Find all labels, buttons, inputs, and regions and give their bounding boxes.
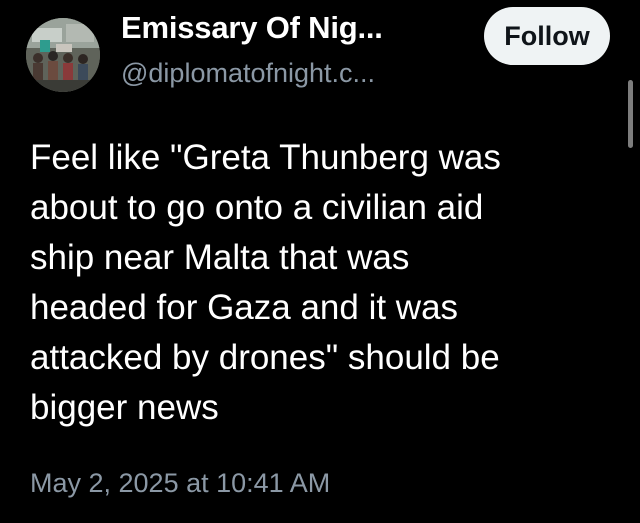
post-text-line: ship near Malta that was — [30, 238, 410, 277]
avatar[interactable] — [26, 18, 100, 92]
avatar-photo — [26, 18, 100, 92]
author-display-name[interactable]: Emissary Of Nig... — [121, 10, 383, 46]
post-text-line: headed for Gaza and it was — [30, 288, 459, 327]
post-timestamp[interactable]: May 2, 2025 at 10:41 AM — [30, 468, 330, 499]
post-text-line: Feel like "Greta Thunberg was — [30, 138, 501, 177]
scrollbar-thumb[interactable] — [628, 80, 633, 148]
post-text-line: bigger news — [30, 388, 219, 427]
post-text-line: attacked by drones" should be — [30, 338, 500, 377]
post-card: Emissary Of Nig... @diplomatofnight.c...… — [0, 0, 640, 523]
author-handle[interactable]: @diplomatofnight.c... — [121, 58, 375, 89]
post-text-line: about to go onto a civilian aid — [30, 188, 484, 227]
post-text: Feel like "Greta Thunberg was about to g… — [30, 133, 620, 433]
follow-button[interactable]: Follow — [484, 7, 610, 65]
